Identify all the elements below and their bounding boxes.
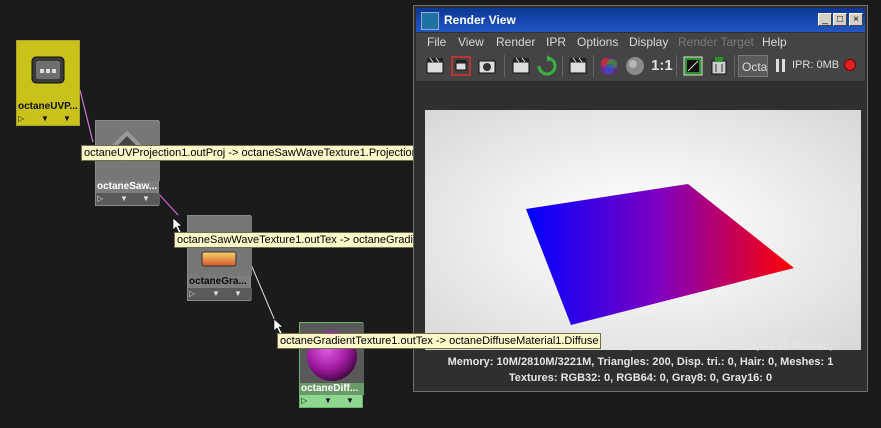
stats-line-3: Textures: RGB32: 0, RGB64: 0, Gray8: 0, … [508, 372, 773, 384]
window-title: Render View [444, 13, 516, 27]
ipr-memory-label: IPR: 0MB [792, 59, 840, 71]
node-label: octaneGra... [189, 276, 247, 287]
rendered-plane [526, 184, 794, 325]
toolbar-separator [504, 55, 505, 77]
toolbar-separator [734, 55, 735, 77]
node-label: octaneDiff... [300, 383, 364, 395]
ratio-button[interactable]: 1:1 [651, 57, 673, 74]
refresh-icon[interactable] [536, 55, 558, 77]
menu-ipr[interactable]: IPR [546, 35, 566, 49]
keep-image-icon[interactable] [708, 55, 730, 77]
node-ports[interactable]: ▷ ▼ ▼ [17, 113, 81, 125]
menu-view[interactable]: View [458, 35, 484, 49]
color-channel-icon[interactable] [598, 55, 620, 77]
stats-line-2: Memory: 10M/2810M/3221M, Triangles: 200,… [447, 356, 834, 368]
render-region-icon[interactable] [450, 55, 472, 77]
node-gradient[interactable]: octaneGra... ▷ ▼ ▼ [187, 215, 252, 301]
node-saw-wave[interactable]: octaneSaw... ▷ ▼ ▼ [95, 120, 160, 206]
render-sequence-icon[interactable] [567, 55, 589, 77]
title-bar[interactable]: Render View _ □ × [416, 8, 865, 32]
render-viewport[interactable] [425, 110, 861, 350]
menu-render-target: Render Target [678, 35, 754, 49]
connection-tooltip-gradient-diffuse: octaneGradientTexture1.outTex -> octaneD… [277, 333, 602, 349]
node-uv-projection[interactable]: octaneUVP... ▷ ▼ ▼ [16, 40, 80, 126]
diffuse-material-thumbnail [300, 323, 364, 383]
node-ports[interactable]: ▷ ▼ ▼ [188, 288, 252, 300]
snapshot-icon[interactable] [476, 55, 498, 77]
alpha-channel-icon[interactable] [624, 55, 646, 77]
toolbar-separator [593, 55, 594, 77]
pause-icon[interactable] [776, 59, 785, 72]
menu-render[interactable]: Render [496, 35, 535, 49]
toolbar-separator [562, 55, 563, 77]
node-ports[interactable]: ▷ ▼ ▼ [300, 395, 364, 407]
render-image-icon[interactable] [424, 55, 446, 77]
node-label: octaneSaw... [97, 181, 158, 192]
frame-icon[interactable] [682, 55, 704, 77]
render-area-background [416, 81, 865, 110]
record-icon[interactable] [844, 59, 856, 71]
menu-display[interactable]: Display [629, 35, 668, 49]
toolbar: 1:1 Octa IPR: 0MB [416, 51, 865, 81]
node-ports[interactable]: ▷ ▼ ▼ [96, 193, 160, 205]
node-label: octaneUVP... [18, 101, 78, 112]
minimize-button[interactable]: _ [818, 13, 832, 26]
menu-bar: File View Render IPR Options Display Ren… [416, 33, 865, 51]
ipr-render-icon[interactable] [510, 55, 532, 77]
toolbar-separator [676, 55, 677, 77]
connection-tooltip-uv-saw: octaneUVProjection1.outProj -> octaneSaw… [81, 145, 421, 161]
maximize-button[interactable]: □ [833, 13, 847, 26]
renderer-selector[interactable]: Octa [738, 55, 768, 77]
uv-projection-thumbnail [17, 41, 81, 101]
menu-file[interactable]: File [427, 35, 446, 49]
close-button[interactable]: × [849, 13, 863, 26]
menu-help[interactable]: Help [762, 35, 787, 49]
menu-options[interactable]: Options [577, 35, 618, 49]
maya-app-icon [421, 12, 439, 30]
